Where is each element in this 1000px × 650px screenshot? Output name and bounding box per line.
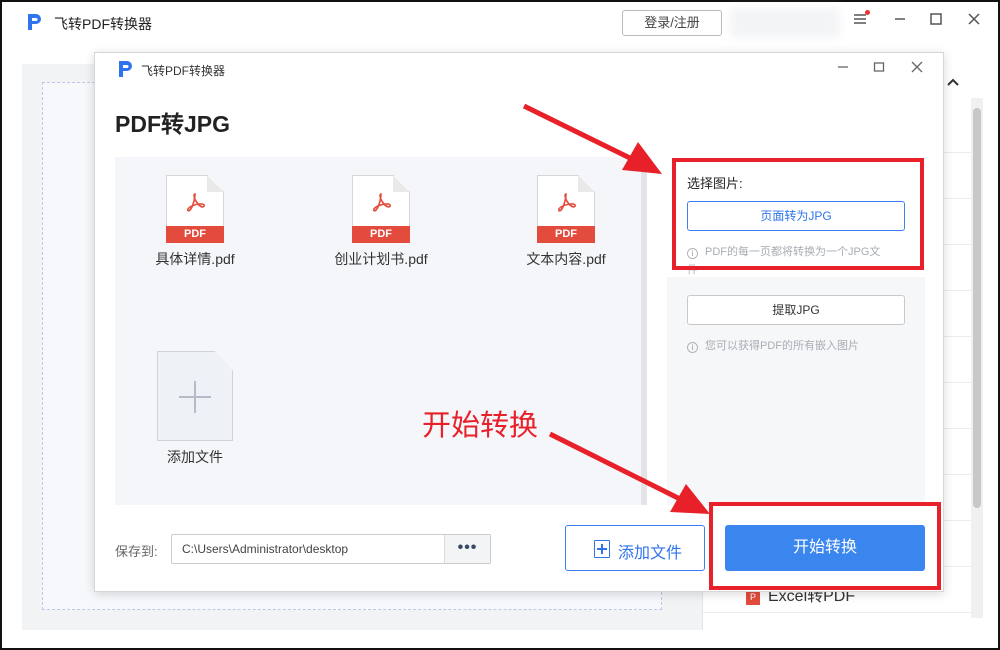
add-file-button[interactable]: 添加文件 <box>565 525 705 571</box>
dialog-title: 飞转PDF转换器 <box>141 64 226 78</box>
background-scrollbar[interactable] <box>971 98 983 618</box>
pdf-file-icon: PDF <box>166 175 224 243</box>
add-file-tile-label: 添加文件 <box>167 449 223 465</box>
main-app-title: 飞转PDF转换器 <box>54 16 152 32</box>
minimize-icon[interactable] <box>890 12 910 32</box>
menu-icon[interactable] <box>850 10 870 32</box>
dialog-title-bar: 飞转PDF转换器 <box>95 53 943 85</box>
dialog-logo-icon <box>115 59 135 79</box>
file-item[interactable]: PDF 创业计划书.pdf <box>311 175 451 269</box>
dialog-minimize-icon[interactable] <box>833 59 853 79</box>
save-path-field[interactable]: C:\Users\Administrator\desktop ••• <box>171 534 491 564</box>
annotation-label: 开始转换 <box>422 408 539 442</box>
pdf-file-icon: PDF <box>537 175 595 243</box>
browse-more-button[interactable]: ••• <box>444 535 490 563</box>
add-file-tile[interactable] <box>157 351 233 441</box>
file-area-scrollbar[interactable] <box>641 157 647 505</box>
annotation-highlight-options <box>672 158 924 270</box>
save-path-text: C:\Users\Administrator\desktop <box>182 542 349 556</box>
plus-icon <box>179 381 211 413</box>
dialog-heading: PDF转JPG <box>115 111 231 137</box>
dialog-maximize-icon[interactable] <box>869 59 889 79</box>
collapse-chevron-icon[interactable] <box>946 76 960 93</box>
file-name: 具体详情.pdf <box>155 251 235 267</box>
app-logo-icon <box>24 12 44 32</box>
add-file-icon <box>594 540 610 558</box>
close-icon[interactable] <box>964 12 984 32</box>
main-window: 飞转PDF转换器 登录/注册 P Excel转PDF 飞转PDF转换器 PDF转… <box>0 0 1000 650</box>
pdf-file-icon: PDF <box>352 175 410 243</box>
dialog-close-icon[interactable] <box>907 59 927 79</box>
maximize-icon[interactable] <box>926 12 946 32</box>
main-title-bar: 飞转PDF转换器 登录/注册 <box>2 2 998 42</box>
save-to-label: 保存到: <box>115 544 158 559</box>
annotation-highlight-start <box>709 502 941 590</box>
notification-dot-icon <box>865 10 870 15</box>
file-name: 创业计划书.pdf <box>334 251 428 267</box>
file-item[interactable]: PDF 文本内容.pdf <box>496 175 636 269</box>
blurred-region <box>730 8 840 38</box>
extract-jpg-hint: i 您可以获得PDF的所有嵌入图片 <box>687 337 859 353</box>
file-name: 文本内容.pdf <box>526 251 606 267</box>
login-register-button[interactable]: 登录/注册 <box>622 10 722 36</box>
info-icon: i <box>687 342 698 353</box>
extract-jpg-button[interactable]: 提取JPG <box>687 295 905 325</box>
file-item[interactable]: PDF 具体详情.pdf <box>125 175 265 269</box>
